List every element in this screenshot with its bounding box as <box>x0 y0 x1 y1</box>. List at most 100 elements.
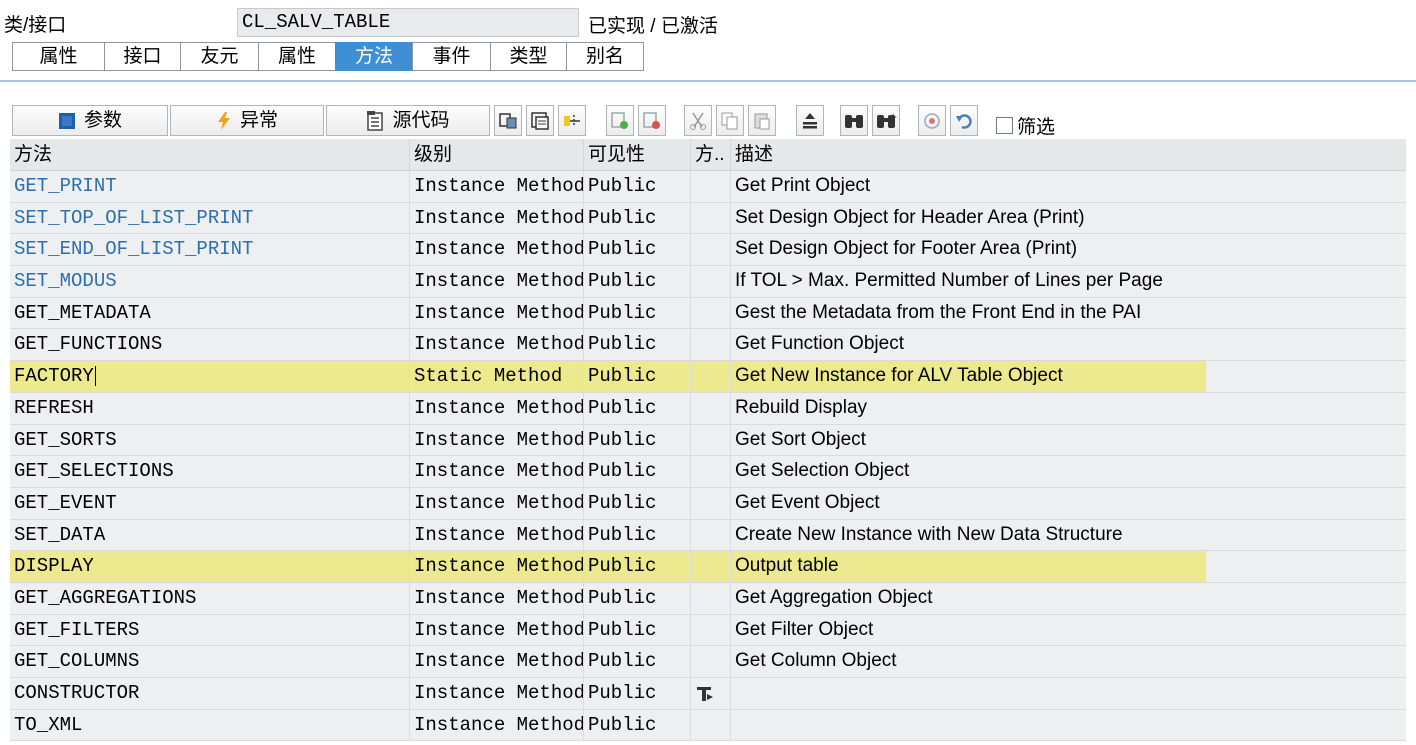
class-name-field[interactable]: CL_SALV_TABLE <box>237 8 579 37</box>
mode-cell[interactable] <box>691 329 731 361</box>
level-cell[interactable]: Instance Method <box>410 678 584 709</box>
visibility-cell[interactable]: Public <box>584 614 691 646</box>
description-cell[interactable]: Rebuild Display <box>731 393 1406 424</box>
table-row[interactable]: SET_TOP_OF_LIST_PRINT Instance Method Publ… <box>10 202 1406 235</box>
table-row[interactable]: SET_DATA Instance Method Public Create New … <box>10 519 1406 552</box>
visibility-cell[interactable]: Public <box>584 329 691 361</box>
mode-cell[interactable] <box>691 234 731 266</box>
method-name-cell[interactable]: GET_SORTS <box>10 424 410 456</box>
level-cell[interactable]: Instance Method <box>410 329 584 361</box>
undo-icon[interactable] <box>950 105 978 136</box>
level-cell[interactable]: Instance Method <box>410 646 584 677</box>
method-name-cell[interactable]: SET_MODUS <box>10 266 410 297</box>
method-name-cell[interactable]: FACTORY <box>10 361 410 392</box>
level-cell[interactable]: Instance Method <box>410 519 584 551</box>
mode-cell[interactable] <box>691 202 731 234</box>
mode-cell[interactable] <box>691 551 731 582</box>
description-cell[interactable]: Get Filter Object <box>731 615 1406 646</box>
method-name-cell[interactable]: GET_EVENT <box>10 487 410 519</box>
paste-icon[interactable] <box>748 105 776 136</box>
level-cell[interactable]: Instance Method <box>410 709 584 741</box>
mode-cell[interactable] <box>691 456 731 487</box>
description-cell[interactable]: Get Column Object <box>731 646 1406 677</box>
method-name-cell[interactable]: GET_COLUMNS <box>10 646 410 677</box>
mode-cell[interactable] <box>691 266 731 297</box>
description-cell[interactable]: Set Design Object for Header Area (Print… <box>731 203 1406 234</box>
exceptions-button[interactable]: 异常 <box>170 105 324 136</box>
hierarchy-icon[interactable] <box>558 105 586 136</box>
table-row[interactable]: GET_FILTERS Instance Method Public Get Filt… <box>10 614 1406 647</box>
table-row[interactable]: GET_COLUMNS Instance Method Public Get Colu… <box>10 646 1406 678</box>
method-name-cell[interactable]: CONSTRUCTOR <box>10 678 410 709</box>
table-row[interactable]: DISPLAY Instance Method Public Output table <box>10 551 1406 583</box>
tab-events[interactable]: 事件 <box>412 42 490 71</box>
method-name-cell[interactable]: REFRESH <box>10 392 410 424</box>
level-cell[interactable]: Instance Method <box>410 424 584 456</box>
visibility-cell[interactable]: Public <box>584 266 691 297</box>
table-row[interactable]: GET_METADATA Instance Method Public Gest th… <box>10 297 1406 330</box>
display-object-icon[interactable] <box>526 105 554 136</box>
column-header-mode[interactable]: 方.. <box>691 139 731 170</box>
mode-cell[interactable] <box>691 709 731 741</box>
navigate-icon[interactable] <box>494 105 522 136</box>
visibility-cell[interactable]: Public <box>584 582 691 614</box>
description-cell[interactable] <box>731 710 1406 741</box>
description-cell[interactable]: Set Design Object for Footer Area (Print… <box>731 234 1406 265</box>
description-cell[interactable]: Get Selection Object <box>731 456 1406 487</box>
table-row[interactable]: GET_SORTS Instance Method Public Get Sort O… <box>10 424 1406 457</box>
description-cell[interactable]: Get Print Object <box>731 171 1406 202</box>
tab-attributes-1[interactable]: 属性 <box>12 42 104 71</box>
table-row[interactable]: GET_FUNCTIONS Instance Method Public Get Fu… <box>10 329 1406 362</box>
visibility-cell[interactable]: Public <box>584 297 691 329</box>
table-row[interactable]: FACTORY Static Method Public Get New Instan… <box>10 361 1406 393</box>
visibility-cell[interactable]: Public <box>584 456 691 487</box>
table-row[interactable]: GET_EVENT Instance Method Public Get Event … <box>10 487 1406 520</box>
tab-types[interactable]: 类型 <box>490 42 566 71</box>
level-cell[interactable]: Instance Method <box>410 266 584 297</box>
table-row[interactable]: SET_END_OF_LIST_PRINT Instance Method Publ… <box>10 234 1406 267</box>
table-row[interactable]: SET_MODUS Instance Method Public If TOL > M… <box>10 266 1406 298</box>
description-cell[interactable]: Get Aggregation Object <box>731 583 1406 614</box>
mode-cell[interactable] <box>691 424 731 456</box>
visibility-cell[interactable]: Public <box>584 392 691 424</box>
level-cell[interactable]: Instance Method <box>410 171 584 202</box>
table-row[interactable]: TO_XML Instance Method Public <box>10 709 1406 742</box>
description-cell[interactable]: Output table <box>731 551 1406 582</box>
method-name-cell[interactable]: GET_SELECTIONS <box>10 456 410 487</box>
parameters-button[interactable]: 参数 <box>12 105 168 136</box>
mode-cell[interactable] <box>691 678 731 709</box>
method-name-cell[interactable]: GET_METADATA <box>10 297 410 329</box>
description-cell[interactable]: Create New Instance with New Data Struct… <box>731 520 1406 551</box>
level-cell[interactable]: Instance Method <box>410 234 584 266</box>
description-cell[interactable]: Get Event Object <box>731 488 1406 519</box>
description-cell[interactable]: Get New Instance for ALV Table Object <box>731 361 1406 392</box>
visibility-cell[interactable]: Public <box>584 361 691 392</box>
level-cell[interactable]: Static Method <box>410 361 584 392</box>
visibility-cell[interactable]: Public <box>584 202 691 234</box>
mode-cell[interactable] <box>691 361 731 392</box>
level-cell[interactable]: Instance Method <box>410 487 584 519</box>
table-row[interactable]: CONSTRUCTOR Instance Method Public <box>10 678 1406 710</box>
description-cell[interactable]: Get Sort Object <box>731 425 1406 456</box>
column-header-method[interactable]: 方法 <box>10 139 410 170</box>
mode-cell[interactable] <box>691 171 731 202</box>
level-cell[interactable]: Instance Method <box>410 582 584 614</box>
visibility-cell[interactable]: Public <box>584 646 691 677</box>
table-row[interactable]: GET_SELECTIONS Instance Method Public Get S… <box>10 456 1406 488</box>
description-cell[interactable] <box>731 678 1406 709</box>
detail-view-icon[interactable] <box>918 105 946 136</box>
filter-checkbox-box[interactable] <box>996 117 1013 134</box>
method-name-cell[interactable]: GET_FUNCTIONS <box>10 329 410 361</box>
table-row[interactable]: REFRESH Instance Method Public Rebuild Disp… <box>10 392 1406 425</box>
find-next-icon[interactable]: + <box>872 105 900 136</box>
level-cell[interactable]: Instance Method <box>410 392 584 424</box>
visibility-cell[interactable]: Public <box>584 171 691 202</box>
copy-icon[interactable] <box>716 105 744 136</box>
method-name-cell[interactable]: GET_PRINT <box>10 171 410 202</box>
method-name-cell[interactable]: SET_END_OF_LIST_PRINT <box>10 234 410 266</box>
level-cell[interactable]: Instance Method <box>410 614 584 646</box>
cut-icon[interactable] <box>684 105 712 136</box>
tab-attributes-2[interactable]: 属性 <box>258 42 335 71</box>
filter-checkbox[interactable]: 筛选 <box>996 112 1055 139</box>
visibility-cell[interactable]: Public <box>584 678 691 709</box>
